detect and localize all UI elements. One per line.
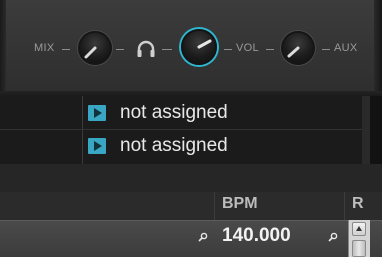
mix-label: MIX	[34, 42, 55, 54]
assignment-label: not assigned	[120, 102, 228, 123]
assignment-right-edge	[362, 96, 370, 164]
vol-label: VOL	[236, 42, 259, 54]
column-header-bpm[interactable]: BPM	[222, 195, 258, 213]
play-icon	[88, 138, 106, 154]
aux-knob[interactable]	[281, 31, 315, 65]
search-icon[interactable]	[198, 232, 208, 242]
header-separator	[344, 192, 345, 220]
vol-dash	[224, 49, 232, 50]
vol-dash-right	[266, 49, 274, 50]
vol-knob-indicator	[197, 39, 212, 49]
mix-knob[interactable]	[78, 31, 112, 65]
mixer-right-edge	[374, 0, 382, 96]
browser-header	[0, 192, 382, 220]
mixer-left-edge	[0, 0, 6, 96]
column-header-r[interactable]: R	[352, 195, 364, 213]
header-separator	[214, 192, 215, 220]
assignment-row[interactable]: not assigned	[0, 130, 370, 164]
assignment-label: not assigned	[120, 135, 228, 156]
aux-dash	[322, 49, 330, 50]
aux-knob-indicator	[287, 46, 300, 58]
mix-dash-right	[116, 49, 124, 50]
mix-knob-indicator	[84, 46, 97, 59]
hp-dash-right	[162, 49, 172, 50]
scroll-up-arrow-icon[interactable]	[352, 222, 366, 236]
panel-gap	[0, 164, 382, 192]
mixer-bar: MIX VOL AUX	[0, 0, 382, 96]
scroll-thumb[interactable]	[352, 240, 366, 257]
vol-knob[interactable]	[181, 29, 217, 65]
aux-label: AUX	[334, 42, 358, 54]
table-row[interactable]	[0, 220, 382, 257]
assignment-list: not assigned not assigned	[0, 96, 370, 164]
play-icon	[88, 105, 106, 121]
assignment-row[interactable]: not assigned	[0, 96, 370, 130]
mix-dash-left	[62, 49, 70, 50]
headphones-icon[interactable]	[136, 40, 156, 58]
search-icon[interactable]	[328, 232, 338, 242]
bpm-cell: 140.000	[222, 225, 291, 246]
